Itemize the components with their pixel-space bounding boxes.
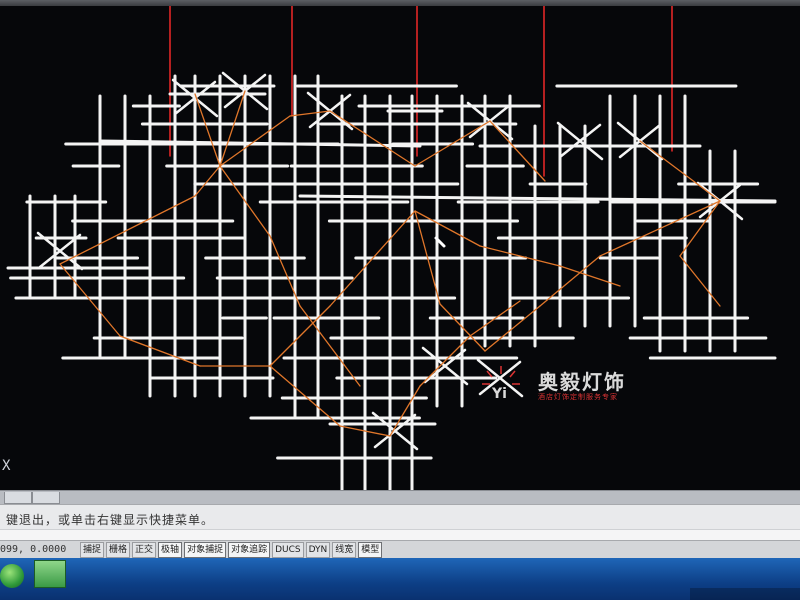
wiring-route-line: [119, 335, 201, 367]
frame-horizontal-rod: [298, 194, 777, 203]
status-toggle-5[interactable]: 对象追踪: [228, 542, 271, 558]
layout-tabs: [0, 490, 800, 505]
wiring-route-line: [414, 210, 481, 247]
wiring-route-line: [194, 165, 221, 197]
wiring-route-line: [389, 385, 421, 437]
watermark-slogan: 酒店灯饰定制服务专家: [538, 393, 618, 401]
command-line: 键退出，或单击右键显示快捷菜单。: [0, 504, 800, 542]
layout-tab[interactable]: [4, 492, 32, 504]
drawing-viewport[interactable]: Yi 奥毅灯饰 酒店灯饰定制服务专家 X: [0, 6, 800, 490]
status-toggle-0[interactable]: 捕捉: [80, 542, 105, 558]
status-toggle-4[interactable]: 对象捕捉: [184, 542, 227, 558]
layout-tab[interactable]: [32, 492, 60, 504]
watermark-name: 奥毅灯饰: [538, 370, 626, 394]
ucs-x-icon: X: [2, 458, 11, 474]
wiring-route-line: [489, 120, 546, 182]
taskbar: [0, 558, 800, 600]
command-prompt: 键退出，或单击右键显示快捷菜单。: [6, 513, 215, 527]
wiring-route-line: [479, 245, 561, 267]
cad-drawing[interactable]: [0, 6, 800, 490]
status-toggle-9[interactable]: 模型: [358, 542, 383, 558]
autocad-app-icon[interactable]: [34, 560, 66, 588]
logo-text: Yi: [491, 386, 507, 402]
status-toggle-7[interactable]: DYN: [305, 542, 331, 558]
status-toggle-2[interactable]: 正交: [132, 542, 157, 558]
windows-start-icon[interactable]: [0, 564, 24, 588]
wiring-route-line: [59, 263, 121, 337]
system-tray: [690, 588, 800, 600]
watermark: Yi 奥毅灯饰 酒店灯饰定制服务专家: [478, 362, 648, 408]
status-toggle-3[interactable]: 极轴: [158, 542, 183, 558]
status-toggle-group: 捕捉 栅格 正交 极轴 对象捕捉 对象追踪 DUCS DYN 线宽 模型: [80, 542, 383, 558]
status-toggle-1[interactable]: 栅格: [106, 542, 131, 558]
status-toggle-8[interactable]: 线宽: [332, 542, 357, 558]
status-toggle-6[interactable]: DUCS: [272, 542, 304, 558]
wiring-route-line: [484, 305, 541, 352]
coordinate-readout: 099, 0.0000: [0, 544, 67, 555]
wiring-route-line: [194, 93, 221, 167]
aoyi-logo-icon: Yi: [482, 366, 520, 402]
status-bar: 099, 0.0000 捕捉 栅格 正交 极轴 对象捕捉 对象追踪 DUCS DYN 线宽 模型: [0, 540, 800, 559]
wiring-route-line: [639, 140, 721, 202]
